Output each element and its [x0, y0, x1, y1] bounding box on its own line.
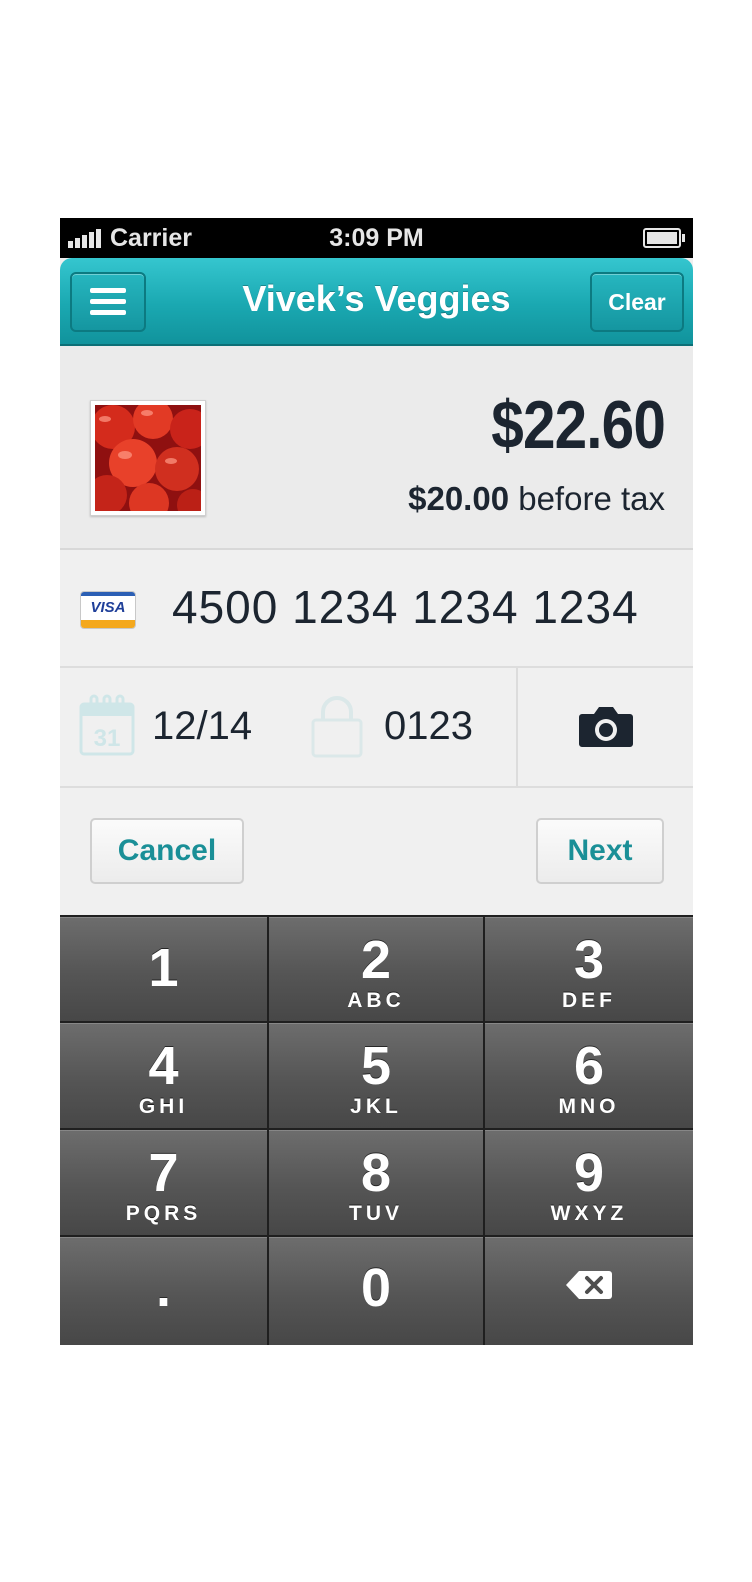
key-3[interactable]: 3 DEF	[485, 917, 693, 1021]
cancel-button[interactable]: Cancel	[90, 818, 244, 884]
menu-button[interactable]	[70, 272, 146, 332]
card-number-value: 4500 1234 1234 1234	[172, 581, 639, 633]
order-summary: $22.60 $20.00 before tax	[60, 346, 693, 550]
product-thumbnail	[90, 400, 206, 516]
card-details-row: 31 12/14 0123	[60, 668, 693, 788]
next-button[interactable]: Next	[536, 818, 664, 884]
key-1[interactable]: 1	[60, 917, 267, 1021]
cvv-field[interactable]: 0123	[384, 704, 473, 749]
clock: 3:09 PM	[329, 224, 424, 252]
visa-card-icon: VISA	[80, 591, 136, 629]
navigation-bar: Vivek’s Veggies Clear	[60, 258, 693, 346]
subtotal-suffix: before tax	[509, 480, 665, 517]
scan-card-button[interactable]	[518, 668, 693, 786]
page-title: Vivek’s Veggies	[242, 278, 511, 319]
calendar-day: 31	[94, 725, 121, 752]
camera-icon	[579, 707, 633, 747]
subtotal-amount: $20.00	[408, 480, 510, 517]
backspace-icon	[566, 1271, 612, 1299]
key-0[interactable]: 0	[269, 1237, 483, 1345]
clear-button[interactable]: Clear	[590, 272, 684, 332]
expiry-date-field[interactable]: 12/14	[152, 704, 252, 749]
key-2[interactable]: 2 ABC	[269, 917, 483, 1021]
key-8[interactable]: 8 TUV	[269, 1130, 483, 1235]
action-bar: Cancel Next	[60, 788, 693, 914]
subtotal-line: $20.00 before tax	[408, 480, 665, 518]
lock-icon	[310, 694, 364, 763]
key-7[interactable]: 7 PQRS	[60, 1130, 267, 1235]
key-6[interactable]: 6 MNO	[485, 1023, 693, 1128]
phone-screen: Carrier 3:09 PM Vivek’s Veggies Clear $2…	[60, 218, 693, 1345]
battery-icon	[643, 228, 685, 248]
key-backspace[interactable]	[485, 1237, 693, 1345]
total-amount: $22.60	[491, 387, 666, 463]
key-decimal[interactable]: .	[60, 1237, 267, 1345]
status-bar: Carrier 3:09 PM	[60, 218, 693, 258]
key-5[interactable]: 5 JKL	[269, 1023, 483, 1128]
numeric-keypad: 1 2 ABC 3 DEF 4 GHI 5 JKL 6 MNO 7 PQRS 8	[60, 915, 693, 1345]
key-9[interactable]: 9 WXYZ	[485, 1130, 693, 1235]
key-4[interactable]: 4 GHI	[60, 1023, 267, 1128]
calendar-icon: 31	[78, 694, 136, 763]
card-number-field[interactable]: VISA 4500 1234 1234 1234	[60, 550, 693, 668]
card-brand: VISA	[90, 599, 126, 616]
